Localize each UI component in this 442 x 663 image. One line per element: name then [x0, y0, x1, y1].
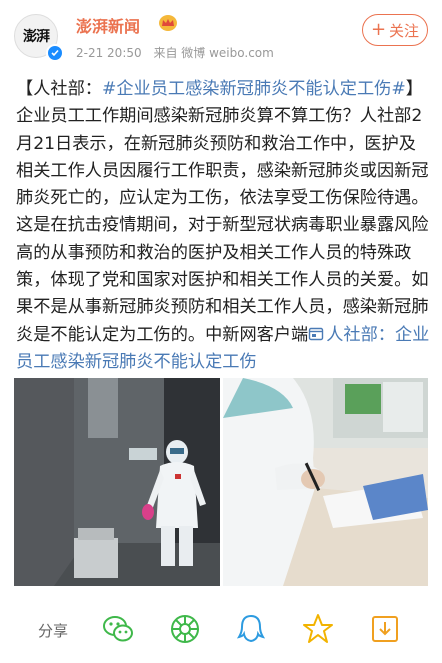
- topic-prefix: 【人社部：: [16, 79, 102, 99]
- crown-icon: [159, 15, 177, 31]
- hospital-corridor-photo[interactable]: [14, 378, 220, 586]
- qzone-icon[interactable]: [301, 612, 335, 646]
- post-text: 】企业员工工作期间感染新冠肺炎算不算工伤？人社部2月21日表示，在新冠肺炎预防和…: [16, 79, 429, 345]
- post-meta: 2-21 20:50 来自 微博 weibo.com: [76, 44, 282, 61]
- follow-button[interactable]: + 关注: [362, 14, 428, 46]
- follow-label: 关注: [389, 21, 420, 40]
- save-image-icon[interactable]: [368, 612, 402, 646]
- moments-icon[interactable]: [168, 612, 202, 646]
- wechat-icon[interactable]: [101, 612, 135, 646]
- doctor-writing-photo[interactable]: [223, 378, 428, 586]
- qq-icon[interactable]: [234, 612, 268, 646]
- account-name[interactable]: 澎湃新闻: [76, 13, 140, 37]
- post-time: 2-21 20:50: [76, 46, 142, 60]
- avatar-text: 澎湃: [23, 29, 50, 45]
- post-source: 来自 微博 weibo.com: [153, 46, 274, 60]
- post-header: 澎湃 澎湃新闻 2-21 20:50 来自 微博 weibo.com + 关注: [0, 0, 442, 72]
- link-icon[interactable]: [308, 325, 326, 345]
- topic-hashtag[interactable]: #企业员工感染新冠肺炎不能认定工伤#: [102, 79, 406, 99]
- verified-icon: [46, 44, 64, 62]
- share-label: 分享: [38, 622, 69, 640]
- plus-icon: +: [370, 19, 387, 40]
- share-bar: 分享: [0, 602, 442, 658]
- post-content: 【人社部：#企业员工感染新冠肺炎不能认定工伤#】企业员工工作期间感染新冠肺炎算不…: [16, 76, 430, 376]
